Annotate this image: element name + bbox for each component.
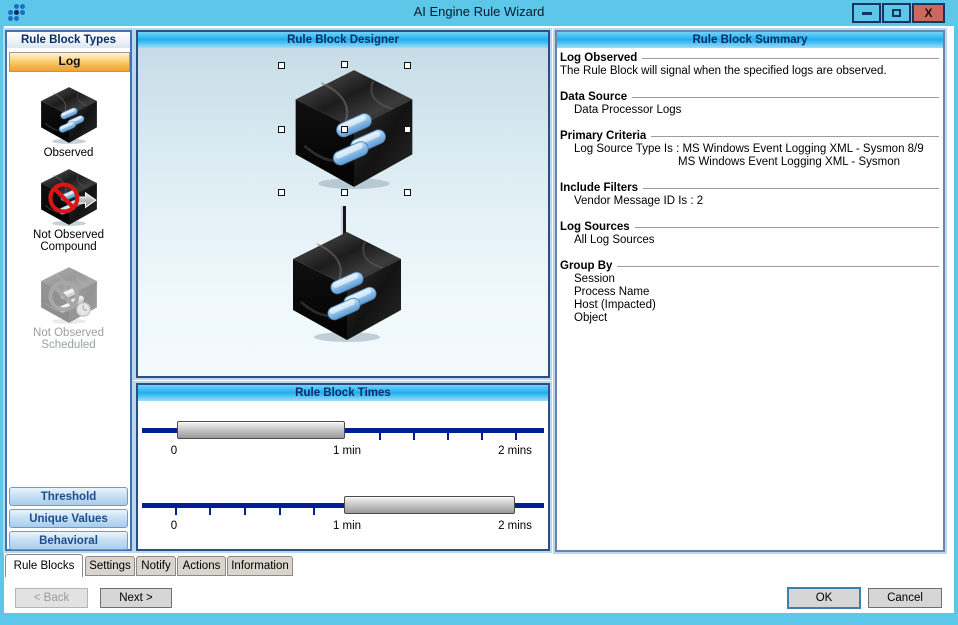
- maximize-icon: [892, 9, 901, 17]
- rule-block-summary-panel: Rule Block Summary Log Observed The Rule…: [555, 30, 945, 552]
- slider-tick: [313, 505, 315, 515]
- type-button-unique-values[interactable]: Unique Values: [9, 509, 128, 528]
- maximize-button[interactable]: [882, 3, 911, 23]
- dialog-content: Rule Block Types Log Observed Not Observ…: [4, 26, 954, 613]
- summary-section-log-observed: Log Observed The Rule Block will signal …: [560, 52, 940, 78]
- slider-tick: [413, 430, 415, 440]
- slider-1-label-0: 0: [164, 445, 184, 457]
- window-title: AI Engine Rule Wizard: [0, 4, 958, 19]
- section-divider: [632, 97, 939, 101]
- selection-handle[interactable]: [278, 62, 285, 69]
- rule-block-types-header: Rule Block Types: [7, 32, 130, 48]
- tab-rule-blocks[interactable]: Rule Blocks: [5, 554, 83, 577]
- summary-section-log-sources: Log Sources All Log Sources: [560, 221, 940, 247]
- type-button-behavioral[interactable]: Behavioral: [9, 531, 128, 550]
- section-divider: [651, 136, 939, 140]
- item-label: Not ObservedCompound: [7, 229, 130, 253]
- item-label: Observed: [7, 147, 130, 159]
- next-button[interactable]: Next >: [100, 588, 172, 608]
- rule-block-item-not-observed-scheduled: Not ObservedScheduled: [7, 266, 130, 351]
- rule-block-designer-panel: Rule Block Designer: [136, 30, 550, 378]
- summary-line: Vendor Message ID Is : 2: [560, 195, 940, 208]
- tab-notify[interactable]: Notify: [136, 556, 176, 576]
- section-title: Log Observed: [560, 52, 637, 65]
- summary-line: Log Source Type Is : MS Windows Event Lo…: [560, 143, 940, 156]
- rule-block-item-not-observed-compound[interactable]: Not ObservedCompound: [7, 168, 130, 253]
- slider-tick: [279, 505, 281, 515]
- summary-line: MS Windows Event Logging XML - Sysmon: [560, 156, 940, 169]
- slider-2-label-0: 0: [164, 520, 184, 532]
- rule-block-designer-header: Rule Block Designer: [138, 32, 548, 48]
- type-button-log[interactable]: Log: [9, 52, 130, 72]
- summary-line: Session: [560, 273, 940, 286]
- slider-tick: [244, 505, 246, 515]
- cancel-button[interactable]: Cancel: [868, 588, 942, 608]
- section-divider: [617, 266, 939, 270]
- selection-handle[interactable]: [404, 189, 411, 196]
- section-title: Include Filters: [560, 182, 638, 195]
- summary-line: Process Name: [560, 286, 940, 299]
- not-observed-compound-cube-icon: [38, 168, 100, 226]
- summary-section-include-filters: Include Filters Vendor Message ID Is : 2: [560, 182, 940, 208]
- slider-tick: [209, 505, 211, 515]
- slider-2-label-1min: 1 min: [322, 520, 372, 532]
- rule-block-types-panel: Rule Block Types Log Observed Not Observ…: [5, 30, 132, 551]
- summary-section-group-by: Group By Session Process Name Host (Impa…: [560, 260, 940, 325]
- item-label: Not ObservedScheduled: [7, 327, 130, 351]
- summary-line: Host (Impacted): [560, 299, 940, 312]
- selection-handle[interactable]: [341, 61, 348, 68]
- ok-button[interactable]: OK: [788, 588, 860, 608]
- section-title: Log Sources: [560, 221, 630, 234]
- slider-tick: [481, 430, 483, 440]
- type-button-threshold[interactable]: Threshold: [9, 487, 128, 506]
- slider-1-label-2mins: 2 mins: [485, 445, 545, 457]
- section-title: Primary Criteria: [560, 130, 646, 143]
- tab-settings[interactable]: Settings: [85, 556, 135, 576]
- selection-handle[interactable]: [341, 189, 348, 196]
- selection-handle[interactable]: [341, 126, 348, 133]
- tab-actions[interactable]: Actions: [177, 556, 226, 576]
- section-divider: [642, 58, 939, 62]
- designer-canvas[interactable]: [138, 48, 548, 376]
- summary-section-primary-criteria: Primary Criteria Log Source Type Is : MS…: [560, 130, 940, 169]
- rule-block-cube-2[interactable]: [287, 230, 407, 342]
- slider-tick: [175, 505, 177, 515]
- selection-handle[interactable]: [278, 189, 285, 196]
- close-icon: X: [924, 7, 932, 19]
- minimize-icon: [862, 12, 872, 15]
- close-button[interactable]: X: [912, 3, 945, 23]
- ai-engine-rule-wizard-window: AI Engine Rule Wizard X Rule Block Types…: [0, 0, 958, 625]
- summary-line: The Rule Block will signal when the spec…: [560, 65, 940, 78]
- summary-line: All Log Sources: [560, 234, 940, 247]
- rule-block-times-panel: Rule Block Times 0 1 min 2 mins 0 1 min …: [136, 383, 550, 551]
- back-button[interactable]: < Back: [15, 588, 88, 608]
- section-divider: [635, 227, 939, 231]
- rule-block-summary-header: Rule Block Summary: [557, 32, 943, 48]
- tab-information[interactable]: Information: [227, 556, 293, 576]
- rule-block-cube-1[interactable]: [289, 68, 419, 189]
- observed-cube-icon: [38, 86, 100, 144]
- slider-tick: [379, 430, 381, 440]
- slider-2-label-2mins: 2 mins: [485, 520, 545, 532]
- rule-block-times-header: Rule Block Times: [138, 385, 548, 401]
- time-slider-2-bar[interactable]: [344, 496, 515, 514]
- selection-handle[interactable]: [404, 62, 411, 69]
- rule-block-item-observed[interactable]: Observed: [7, 86, 130, 159]
- section-divider: [643, 188, 939, 192]
- titlebar[interactable]: AI Engine Rule Wizard X: [0, 0, 958, 26]
- slider-tick: [515, 430, 517, 440]
- summary-line: Object: [560, 312, 940, 325]
- section-title: Data Source: [560, 91, 627, 104]
- slider-tick: [447, 430, 449, 440]
- minimize-button[interactable]: [852, 3, 881, 23]
- selection-handle[interactable]: [278, 126, 285, 133]
- time-slider-1-bar[interactable]: [177, 421, 345, 439]
- section-title: Group By: [560, 260, 612, 273]
- summary-line: Data Processor Logs: [560, 104, 940, 117]
- summary-section-data-source: Data Source Data Processor Logs: [560, 91, 940, 117]
- not-observed-scheduled-cube-icon: [7, 266, 130, 324]
- selection-handle[interactable]: [404, 126, 411, 133]
- summary-body: Log Observed The Rule Block will signal …: [557, 48, 943, 550]
- slider-1-label-1min: 1 min: [322, 445, 372, 457]
